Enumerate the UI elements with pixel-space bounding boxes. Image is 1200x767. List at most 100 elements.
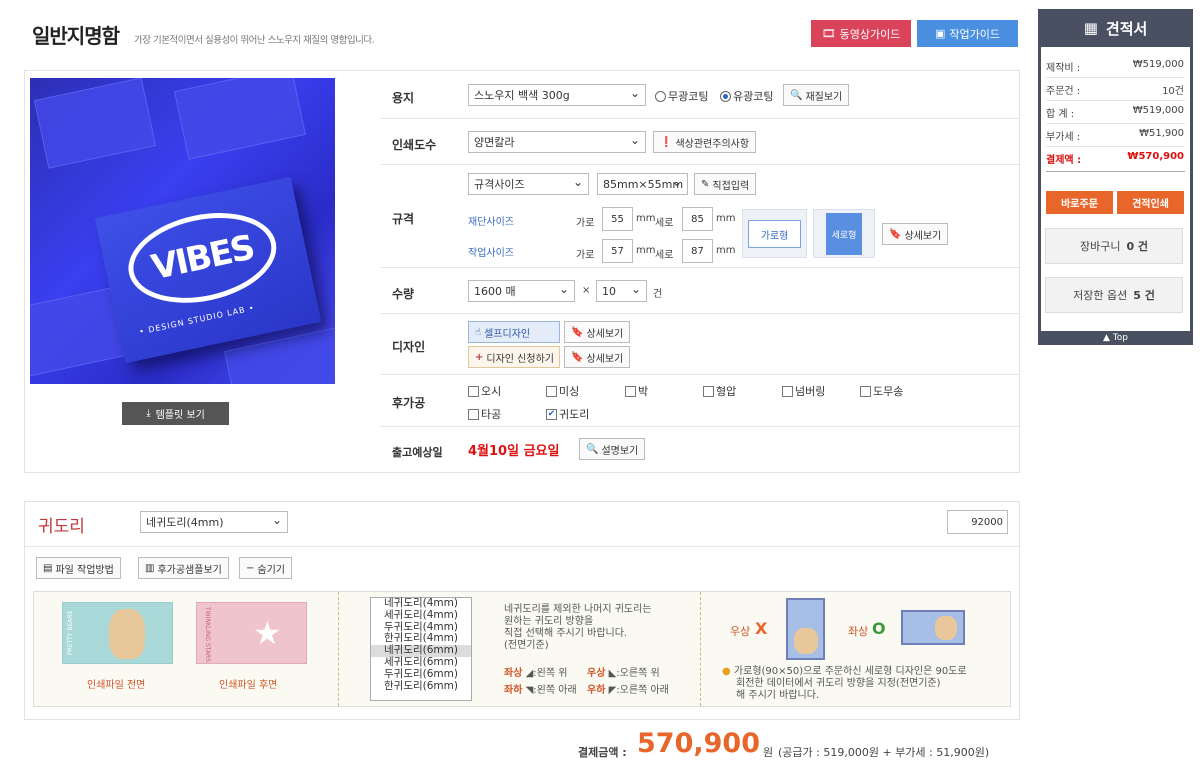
round-corner-amount: 92000 [947, 510, 1008, 534]
work-height-input[interactable]: 87 [682, 239, 713, 263]
rotation-note-1: ● 가로형(90×50)으로 주문하신 세로형 디자인은 90도로 [722, 666, 967, 678]
quote-key: 주문건 : [1046, 86, 1081, 97]
back-file-label: 인쇄파일 후면 [219, 680, 278, 691]
finishing-sample-button[interactable]: ▥ 후가공샘플보기 [138, 557, 229, 579]
design-request-button[interactable]: + 디자인 신청하기 [468, 346, 560, 368]
quote-value: ₩51,900 [1139, 128, 1184, 139]
finishing-checkbox-round-corner[interactable]: ✔ 귀도리 [546, 406, 589, 422]
cut-width-input[interactable]: 55 [602, 207, 633, 231]
file-icon: ▥ [145, 562, 155, 574]
finishing-checkbox-numbering[interactable]: 넘버링 [782, 383, 825, 399]
count-select[interactable]: 10 [596, 280, 647, 302]
finishing-item-label: 타공 [481, 408, 502, 421]
total-unit: 원 [763, 746, 774, 759]
divider [25, 546, 1019, 547]
finishing-checkbox-missing[interactable]: 미싱 [546, 383, 579, 399]
scroll-top-button[interactable]: ▲ Top [1038, 331, 1193, 345]
color-notice-button[interactable]: ❗ 색상관련주의사항 [653, 131, 757, 153]
minus-icon: − [246, 562, 255, 574]
corner-desc: :왼쪽 아래 [533, 685, 577, 696]
finishing-item-label: 박 [638, 385, 649, 398]
material-view-label: 재질보기 [805, 91, 843, 103]
print-file-back-image: TWINKLING STARS ★ [196, 602, 307, 664]
round-corner-title: 귀도리 [38, 517, 85, 537]
ship-explain-button[interactable]: 🔍 설명보기 [579, 438, 646, 460]
radio-circle-selected [720, 90, 731, 102]
size-label: 규격 [392, 212, 415, 226]
corner-key: 우하 [587, 685, 606, 696]
divider [380, 374, 1020, 375]
matte-coating-label: 무광코팅 [668, 90, 709, 103]
finishing-checkbox-foil[interactable]: 박 [625, 383, 648, 399]
quote-print-button[interactable]: 견적인쇄 [1117, 191, 1184, 214]
size-dimension-select[interactable]: 85mm×55mm [597, 173, 688, 195]
cut-height-input[interactable]: 85 [682, 207, 713, 231]
finishing-checkbox-osi[interactable]: 오시 [468, 383, 501, 399]
quote-row-sum: 합 계 : ₩519,000 [1046, 105, 1184, 120]
print-color-select[interactable]: 양면칼라 [468, 131, 646, 153]
bear-illustration-icon [109, 609, 145, 659]
self-design-button[interactable]: ☝ 셀프디자인 [468, 321, 560, 343]
finishing-checkbox-emboss[interactable]: 형압 [703, 383, 736, 399]
checkbox [546, 385, 557, 397]
hide-button[interactable]: − 숨기기 [239, 557, 292, 579]
business-card-mockup: VIBES • DESIGN STUDIO LAB • [94, 176, 322, 364]
page-title: 일반지명함 [32, 24, 120, 48]
wrong-example-label: 우상 [730, 625, 751, 638]
landscape-option[interactable]: 가로형 [742, 209, 807, 258]
gloss-coating-radio[interactable]: 유광코팅 [720, 88, 773, 104]
checkbox [625, 385, 636, 397]
size-type-select[interactable]: 규격사이즈 [468, 173, 589, 195]
portrait-label: 세로형 [826, 213, 862, 255]
cart-button[interactable]: 장바구니 0 건 [1045, 228, 1183, 264]
quote-key: 합 계 : [1046, 109, 1075, 120]
order-now-button[interactable]: 바로주문 [1046, 191, 1113, 214]
listbox-option[interactable]: 세귀도리(6mm) [371, 656, 471, 669]
round-corner-select[interactable]: 네귀도리(4mm) [140, 511, 288, 533]
bookmark-icon: 🔖 [571, 351, 584, 363]
search-icon: 🔍 [790, 89, 803, 101]
work-guide-button[interactable]: ▣ 작업가이드 [917, 20, 1018, 47]
document-icon: ▤ [43, 562, 53, 574]
listbox-option[interactable]: 한귀도리(6mm) [371, 680, 471, 693]
paper-select[interactable]: 스노우지 백색 300g [468, 84, 646, 106]
instruction-line-1: 네귀도리를 제외한 나머지 귀도리는 [504, 604, 652, 615]
finishing-checkbox-punch[interactable]: 타공 [468, 406, 501, 422]
design-request-detail-button[interactable]: 🔖 상세보기 [564, 346, 631, 368]
divider [1046, 100, 1185, 101]
film-icon: 🎞 [821, 27, 836, 40]
template-view-button[interactable]: ⤓ 템플릿 보기 [122, 402, 229, 425]
work-width-label: 가로 [576, 250, 595, 261]
quote-value: 10건 [1162, 86, 1184, 97]
round-corner-listbox[interactable]: 네귀도리(4mm) 세귀도리(4mm) 두귀도리(4mm) 한귀도리(4mm) … [370, 597, 472, 701]
self-design-detail-button[interactable]: 🔖 상세보기 [564, 321, 631, 343]
bookmark-icon: 🔖 [571, 326, 584, 338]
quote-panel: ▦ 견적서 제작비 : ₩519,000 주문건 : 10건 합 계 : ₩519,0… [1038, 9, 1193, 345]
count-unit: 건 [653, 289, 663, 300]
bear-illustration-icon [935, 616, 957, 640]
size-detail-button[interactable]: 🔖 상세보기 [882, 223, 949, 245]
print-color-label: 인쇄도수 [392, 138, 437, 152]
correct-example-image [901, 610, 965, 645]
finishing-checkbox-thomson[interactable]: 도무송 [860, 383, 903, 399]
total-label: 결제금액 : [578, 746, 627, 759]
matte-coating-radio[interactable]: 무광코팅 [655, 88, 708, 104]
material-view-button[interactable]: 🔍 재질보기 [783, 84, 850, 106]
work-guide-label: 작업가이드 [949, 27, 1000, 41]
work-width-input[interactable]: 57 [602, 239, 633, 263]
video-guide-button[interactable]: 🎞 동영상가이드 [811, 20, 911, 47]
corner-br-legend: 우하 ◤:오른쪽 아래 [587, 685, 669, 697]
hide-label: 숨기기 [257, 564, 285, 576]
warning-icon: ● [722, 666, 731, 677]
video-guide-label: 동영상가이드 [839, 27, 901, 41]
quantity-select[interactable]: 1600 매 [468, 280, 575, 302]
ship-explain-label: 설명보기 [601, 445, 639, 457]
direct-input-button[interactable]: ✎ 직접입력 [694, 173, 757, 195]
saved-options-button[interactable]: 저장한 옵션 5 건 [1045, 277, 1183, 313]
file-method-button[interactable]: ▤ 파일 작업방법 [36, 557, 121, 579]
portrait-option[interactable]: 세로형 [813, 209, 875, 258]
print-file-front-image: PRETTY BEARS [62, 602, 173, 664]
listbox-option[interactable]: 두귀도리(6mm) [371, 668, 471, 681]
listbox-option[interactable]: 세귀도리(4mm) [371, 609, 471, 622]
cut-width-label: 가로 [576, 218, 595, 229]
